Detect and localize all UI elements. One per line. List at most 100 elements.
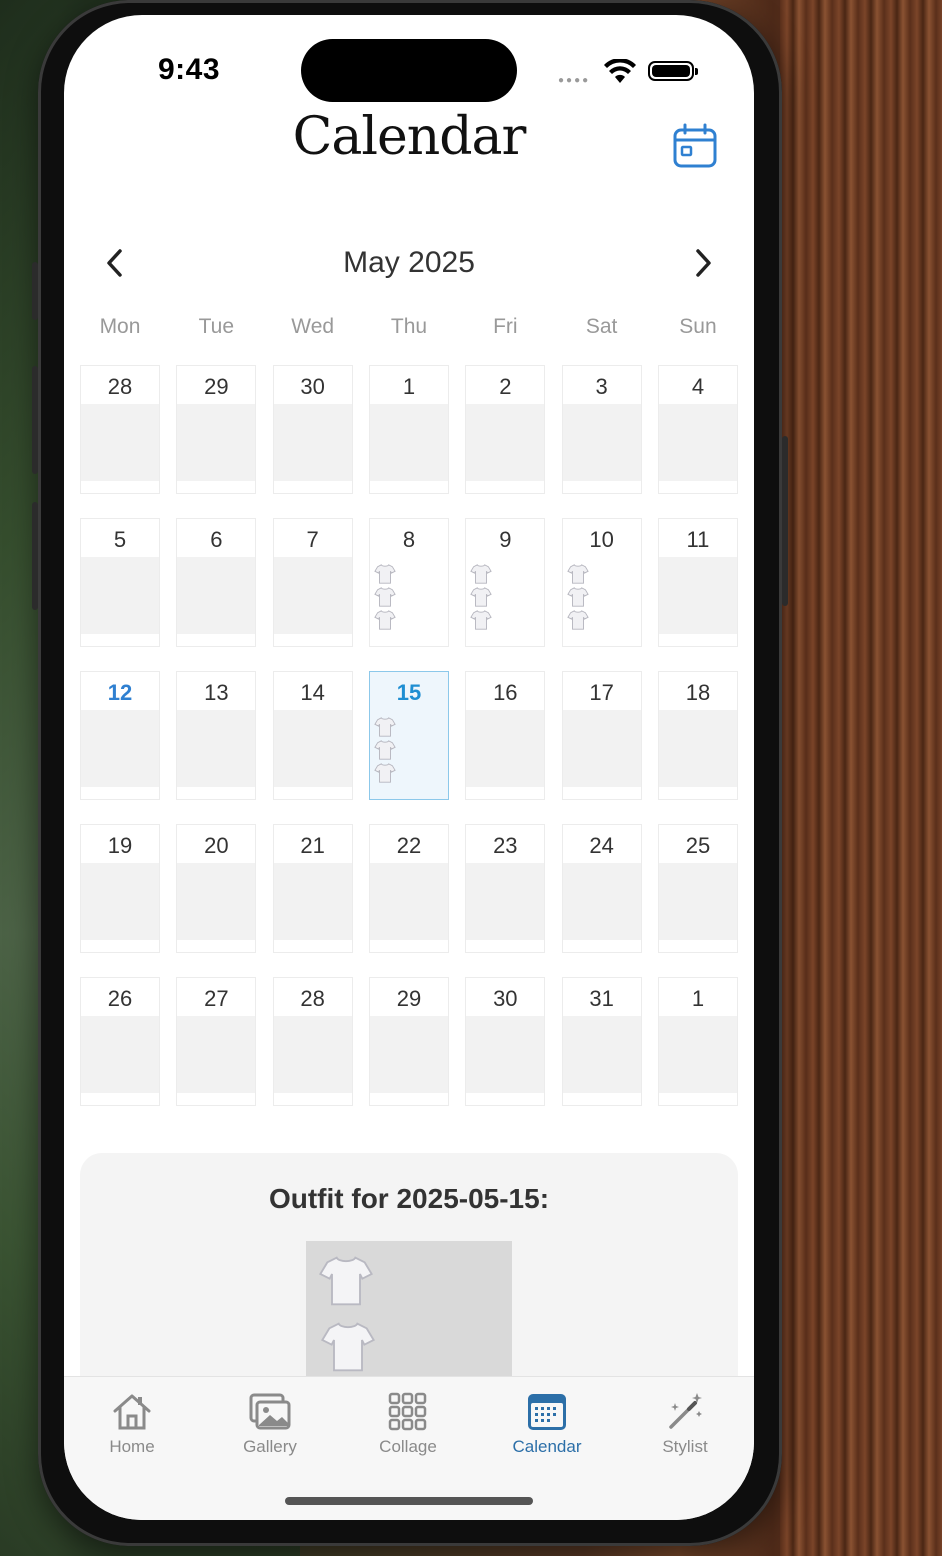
calendar-day-cell[interactable]: 14 xyxy=(272,671,353,800)
status-time: 9:43 xyxy=(158,53,221,86)
tab-gallery[interactable]: Gallery xyxy=(215,1391,325,1457)
day-number: 29 xyxy=(396,986,422,1011)
day-number: 9 xyxy=(499,527,512,552)
day-outfit-placeholder xyxy=(81,404,159,481)
calendar-day-cell[interactable]: 9 xyxy=(465,518,546,647)
weekday-label: Wed xyxy=(291,315,335,338)
calendar-day-cell[interactable]: 21 xyxy=(272,824,353,953)
day-number: 28 xyxy=(107,374,133,399)
collage-grid-icon xyxy=(388,1392,427,1431)
day-outfit-thumbnails xyxy=(470,563,494,632)
tshirt-icon xyxy=(321,1322,375,1372)
calendar-day-cell[interactable]: 27 xyxy=(176,977,257,1106)
day-number: 3 xyxy=(595,374,608,399)
month-navigation: May 2025 xyxy=(64,240,754,286)
calendar-day-cell[interactable]: 19 xyxy=(80,824,160,953)
day-number: 17 xyxy=(589,680,614,705)
dynamic-island xyxy=(301,39,517,102)
day-number: 13 xyxy=(204,680,229,705)
calendar-week-row: 28 29 30 1 2 3 4 xyxy=(80,365,738,494)
calendar-day-cell[interactable]: 7 xyxy=(272,518,353,647)
calendar-day-cell[interactable]: 29 xyxy=(368,977,449,1106)
tshirt-icon xyxy=(374,717,396,737)
day-number: 14 xyxy=(300,680,325,705)
day-number: 16 xyxy=(493,680,518,705)
day-outfit-thumbnails xyxy=(374,716,398,785)
tshirt-icon xyxy=(470,587,493,607)
day-number: 24 xyxy=(589,833,614,858)
day-outfit-placeholder xyxy=(562,710,641,787)
calendar-day-cell[interactable]: 28 xyxy=(272,977,353,1106)
calendar-day-cell[interactable]: 2 xyxy=(465,365,546,494)
calendar-day-cell[interactable]: 18 xyxy=(657,671,738,800)
calendar-day-cell[interactable]: 1 xyxy=(657,977,738,1106)
tshirt-icon xyxy=(374,610,396,630)
calendar-week-row: 26 27 28 29 30 31 1 xyxy=(80,977,738,1106)
calendar-day-cell[interactable]: 31 xyxy=(561,977,642,1106)
day-outfit-thumbnails xyxy=(566,563,591,632)
calendar-day-cell[interactable]: 23 xyxy=(465,824,546,953)
day-outfit-placeholder xyxy=(81,557,159,634)
calendar-day-cell[interactable]: 10 xyxy=(561,518,642,647)
calendar-day-cell[interactable]: 4 xyxy=(657,365,738,494)
tshirt-icon xyxy=(470,564,493,584)
day-outfit-placeholder xyxy=(177,710,256,787)
calendar-day-cell[interactable]: 11 xyxy=(657,518,738,647)
calendar-day-cell[interactable]: 24 xyxy=(561,824,642,953)
day-outfit-placeholder xyxy=(369,1016,448,1093)
calendar-day-cell[interactable]: 25 xyxy=(657,824,738,953)
day-outfit-placeholder xyxy=(562,1016,641,1093)
calendar-day-cell[interactable]: 15 xyxy=(368,671,449,800)
chevron-right-icon[interactable] xyxy=(692,246,716,280)
calendar-day-cell[interactable]: 30 xyxy=(272,365,353,494)
tab-calendar[interactable]: Calendar xyxy=(492,1391,602,1457)
calendar-day-cell[interactable]: 22 xyxy=(368,824,449,953)
calendar-icon[interactable] xyxy=(672,123,718,169)
tab-stylist[interactable]: Stylist xyxy=(630,1391,740,1457)
calendar-week-row: 19 20 21 22 23 24 25 xyxy=(80,824,738,953)
tab-home[interactable]: Home xyxy=(77,1391,187,1457)
weekday-label: Mon xyxy=(99,315,141,338)
day-number: 30 xyxy=(493,986,518,1011)
day-outfit-thumbnails xyxy=(374,563,398,632)
day-number: 19 xyxy=(107,833,133,858)
tshirt-icon xyxy=(374,740,396,760)
day-outfit-placeholder xyxy=(369,404,448,481)
home-indicator xyxy=(285,1497,533,1505)
calendar-day-cell[interactable]: 5 xyxy=(80,518,160,647)
tab-collage[interactable]: Collage xyxy=(353,1391,463,1457)
weekday-header: Mon Tue Wed Thu Fri Sat Sun xyxy=(80,315,738,339)
calendar-day-cell[interactable]: 13 xyxy=(176,671,257,800)
day-outfit-placeholder xyxy=(658,1016,737,1093)
day-number: 22 xyxy=(396,833,422,858)
calendar-day-cell[interactable]: 28 xyxy=(80,365,160,494)
calendar-day-cell[interactable]: 30 xyxy=(465,977,546,1106)
calendar-day-cell[interactable]: 26 xyxy=(80,977,160,1106)
month-label: May 2025 xyxy=(343,246,475,279)
phone-volume-up-button xyxy=(32,366,38,474)
calendar-icon xyxy=(528,1394,566,1430)
day-number: 1 xyxy=(402,374,416,399)
day-outfit-placeholder xyxy=(273,404,352,481)
calendar-day-cell[interactable]: 1 xyxy=(368,365,449,494)
calendar-day-cell[interactable]: 16 xyxy=(465,671,546,800)
tab-home-label: Home xyxy=(109,1437,155,1456)
calendar-day-cell[interactable]: 3 xyxy=(561,365,642,494)
calendar-day-cell[interactable]: 29 xyxy=(176,365,257,494)
day-number: 29 xyxy=(204,374,229,399)
day-number: 21 xyxy=(300,833,325,858)
weekday-label: Thu xyxy=(390,315,428,338)
calendar-day-cell[interactable]: 8 xyxy=(368,518,449,647)
calendar-day-cell[interactable]: 12 xyxy=(80,671,160,800)
day-outfit-placeholder xyxy=(562,404,641,481)
calendar-day-cell[interactable]: 6 xyxy=(176,518,257,647)
day-outfit-placeholder xyxy=(466,1016,545,1093)
day-outfit-placeholder xyxy=(658,863,737,940)
calendar-day-cell[interactable]: 17 xyxy=(561,671,642,800)
tshirt-icon xyxy=(566,587,589,607)
calendar-day-cell[interactable]: 20 xyxy=(176,824,257,953)
tab-stylist-label: Stylist xyxy=(662,1437,708,1456)
day-number: 31 xyxy=(589,986,614,1011)
day-number: 7 xyxy=(306,527,319,552)
day-outfit-placeholder xyxy=(273,710,352,787)
